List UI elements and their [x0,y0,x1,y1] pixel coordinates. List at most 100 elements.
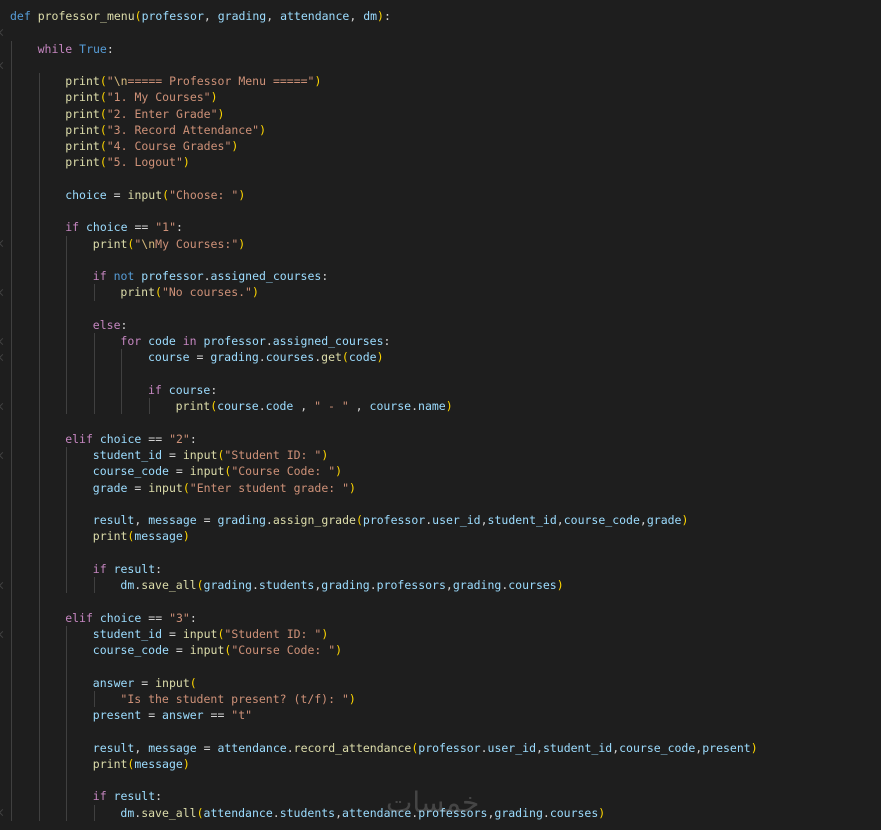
watermark-logo: خمسات [386,786,480,819]
code-token: print [65,90,100,105]
fold-chevron-icon[interactable] [0,289,7,297]
code-token: = [196,740,218,755]
code-token: grading [321,578,370,593]
code-token: . [286,740,294,755]
code-token: : [210,382,218,397]
code-token: students [279,805,336,820]
code-line[interactable]: elif choice == "3": [65,610,197,626]
code-line[interactable]: student_id = input("Student ID: ") [93,447,328,463]
code-line[interactable]: def professor_menu(professor, grading, a… [10,8,391,24]
code-line[interactable]: grade = input("Enter student grade: ") [93,480,356,496]
code-token: input [182,448,218,463]
code-token: , [639,513,647,528]
code-token: message [134,529,183,544]
code-line[interactable]: print("No courses.") [120,284,259,300]
code-token: student_id [487,513,557,528]
code-line[interactable]: "Is the student present? (t/f): ") [120,691,355,707]
code-line[interactable]: dm.save_all(attendance.students,attendan… [120,805,605,821]
fold-chevron-icon[interactable] [0,337,7,345]
code-token: "Is the student present? (t/f): " [120,691,349,706]
code-token: = [168,464,190,479]
fold-chevron-icon[interactable] [0,451,7,459]
code-token: if [65,220,86,235]
code-line[interactable]: course = grading.courses.get(code) [148,349,384,365]
code-line[interactable]: for code in professor.assigned_courses: [120,333,390,349]
code-line[interactable]: dm.save_all(grading.students,grading.pro… [120,577,563,593]
code-line[interactable]: if result: [93,561,162,577]
code-token: ) [251,285,259,300]
code-line[interactable]: while True: [38,41,114,57]
code-token: grading [217,513,266,528]
code-line[interactable]: print("3. Record Attendance") [65,122,266,138]
code-token: : [155,561,163,576]
code-token: ) [182,155,190,170]
code-token: student_id [92,448,163,463]
fold-chevron-icon[interactable] [0,581,7,589]
code-token: " [106,74,114,89]
code-line[interactable]: print("\nMy Courses:") [93,236,245,252]
code-token: = [106,187,128,202]
code-line[interactable]: if course: [148,382,217,398]
code-token: ) [259,122,267,137]
fold-chevron-icon[interactable] [0,809,7,817]
fold-chevron-icon[interactable] [0,630,7,638]
code-line[interactable]: else: [93,317,128,333]
code-line[interactable]: print(message) [93,756,190,772]
fold-chevron-icon[interactable] [0,61,7,69]
code-token: ) [210,90,218,105]
code-line[interactable]: if choice == "1": [65,219,183,235]
code-token: print [65,122,100,137]
code-token: = [189,350,211,365]
code-line[interactable]: print("\n===== Professor Menu =====") [65,73,321,89]
code-token: : [383,334,391,349]
code-token: . [251,578,259,593]
code-editor[interactable]: def professor_menu(professor, grading, a… [0,0,881,830]
code-token: : [321,269,329,284]
code-line[interactable]: result, message = attendance.record_atte… [93,740,758,756]
code-line[interactable]: print(message) [93,528,190,544]
code-token: "No courses." [161,285,252,300]
code-token: : [106,41,114,56]
code-line[interactable]: choice = input("Choose: ") [65,187,245,203]
code-token: ===== Professor Menu =====" [127,74,315,89]
code-token: print [92,756,128,771]
fold-chevron-icon[interactable] [0,402,7,411]
fold-chevron-icon[interactable] [0,354,7,362]
fold-chevron-icon[interactable] [0,240,7,248]
code-token: professor [141,269,204,284]
code-line[interactable]: print("1. My Courses") [65,89,217,105]
code-line[interactable]: print("5. Logout") [65,154,190,170]
fold-chevron-icon[interactable] [0,28,7,37]
code-line[interactable]: course_code = input("Course Code: ") [93,463,342,479]
code-token: code [148,334,176,349]
code-token: students [258,578,315,593]
code-token: elif [65,431,100,446]
code-line[interactable]: print("2. Enter Grade") [65,106,224,122]
code-line[interactable]: elif choice == "2": [65,431,197,447]
code-token: , [480,513,488,528]
code-line[interactable]: answer = input( [93,675,197,691]
code-line[interactable]: course_code = input("Course Code: ") [93,642,342,658]
code-token: , [266,9,281,23]
code-token: print [92,236,128,251]
code-token: while [37,41,80,56]
code-token: code [348,350,377,365]
code-token: ) [445,399,453,414]
code-line[interactable]: print("4. Course Grades") [65,138,238,154]
code-token: ) [231,139,239,154]
code-token: professor [203,334,266,349]
code-token: ( [99,122,107,137]
indent-guide [149,398,150,415]
code-token: courses [508,578,557,593]
code-token: input [148,480,183,495]
code-token: , [335,805,343,820]
code-line[interactable]: present = answer == "t" [93,707,252,723]
code-line[interactable]: if result: [93,788,162,804]
code-token: dm [120,805,135,820]
code-token: record_attendance [293,740,412,755]
code-line[interactable]: result, message = grading.assign_grade(p… [93,512,689,528]
code-line[interactable]: student_id = input("Student ID: ") [93,626,328,642]
code-line[interactable]: print(course.code , " - " , course.name) [176,398,453,414]
code-token: professor_menu [37,9,135,23]
code-line[interactable]: if not professor.assigned_courses: [93,268,328,284]
